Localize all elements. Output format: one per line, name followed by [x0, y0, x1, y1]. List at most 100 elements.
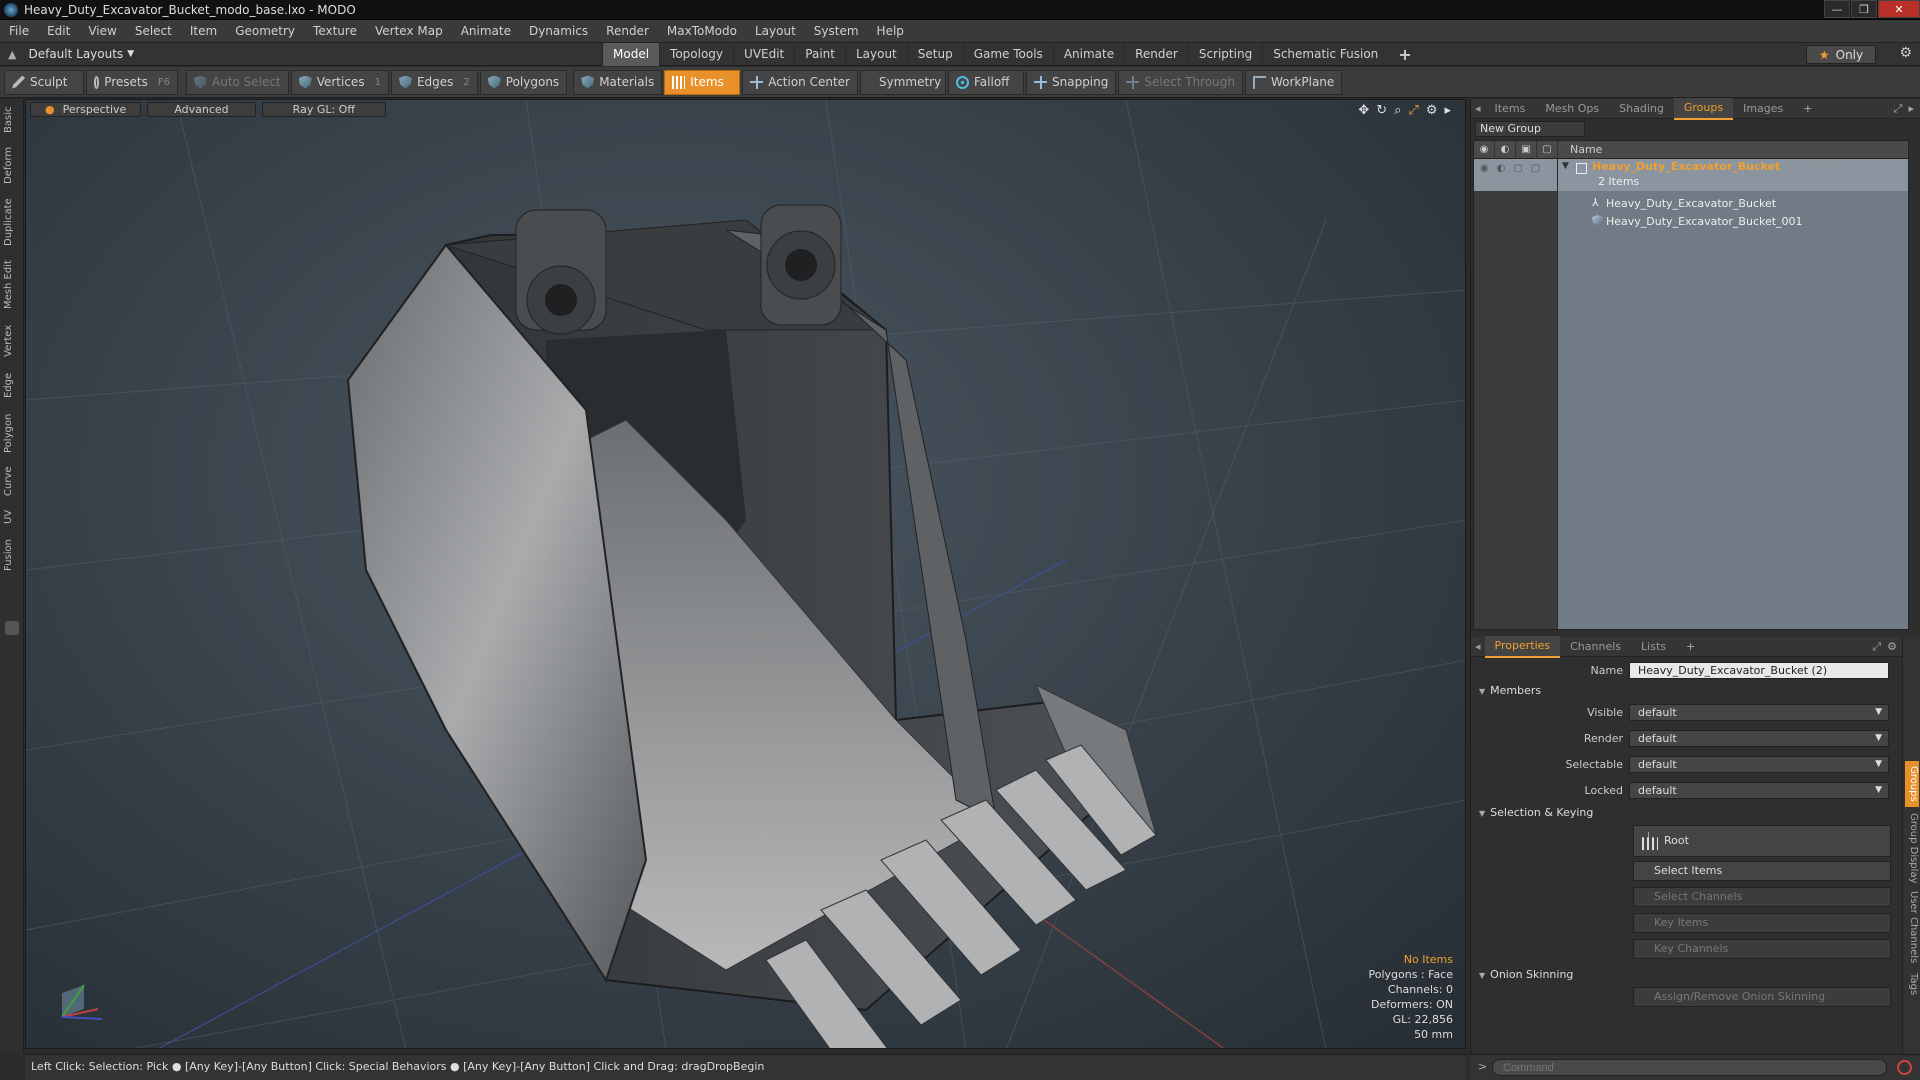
tab-properties[interactable]: Properties [1484, 635, 1561, 658]
render-dropdown[interactable]: default ▼ [1629, 729, 1889, 747]
sidetab-groups[interactable]: Groups [1905, 761, 1919, 807]
menu-file[interactable]: File [0, 20, 38, 43]
menu-vertex-map[interactable]: Vertex Map [366, 20, 452, 43]
select-through-button[interactable]: Select Through [1118, 69, 1243, 95]
snapping-button[interactable]: Snapping [1026, 69, 1117, 95]
tab-uvedit[interactable]: UVEdit [733, 43, 794, 66]
tab-setup[interactable]: Setup [906, 43, 963, 66]
falloff-button[interactable]: Falloff [948, 69, 1024, 95]
action-center-button[interactable]: Action Center [742, 69, 858, 95]
group-render-icon[interactable]: ◐ [1497, 163, 1506, 174]
menu-texture[interactable]: Texture [304, 20, 366, 43]
lock-icon[interactable]: ▣ [1516, 140, 1537, 159]
key-items-button[interactable]: Key Items [1633, 913, 1891, 933]
onion-skinning-section[interactable]: Onion Skinning [1479, 967, 1573, 983]
selection-keying-section[interactable]: Selection & Keying [1479, 805, 1593, 821]
pan-icon[interactable]: ✥ [1358, 103, 1369, 118]
key-channels-button[interactable]: Key Channels [1633, 939, 1891, 959]
layout-toggle-icon[interactable]: ▲ [8, 48, 16, 61]
view-perspective-button[interactable]: ● Perspective [30, 101, 142, 117]
items-button[interactable]: Items [664, 69, 741, 95]
locked-dropdown[interactable]: default ▼ [1629, 781, 1889, 799]
tooltab-mesh-edit[interactable]: Mesh Edit [3, 255, 21, 315]
tooltab-polygon[interactable]: Polygon [3, 409, 21, 457]
tooltab-curve[interactable]: Curve [3, 463, 21, 499]
edges-button[interactable]: Edges 2 [390, 69, 478, 95]
minimize-icon[interactable]: — [1824, 0, 1850, 18]
add-props-tab-icon[interactable]: + [1676, 637, 1705, 657]
add-panel-tab-icon[interactable]: + [1793, 99, 1822, 119]
select-channels-button[interactable]: Select Channels [1633, 887, 1891, 907]
panel-toggle-icon[interactable] [5, 621, 19, 635]
tab-shading[interactable]: Shading [1609, 99, 1674, 119]
tab-schematic-fusion[interactable]: Schematic Fusion [1262, 43, 1388, 66]
command-input[interactable] [1492, 1059, 1887, 1076]
props-gear-icon[interactable]: ⚙ [1887, 640, 1897, 654]
tab-topology[interactable]: Topology [659, 43, 733, 66]
root-button[interactable]: Root [1633, 825, 1891, 857]
tab-images[interactable]: Images [1733, 99, 1793, 119]
auto-select-button[interactable]: Auto Select [186, 69, 289, 95]
selectable-dropdown[interactable]: default ▼ [1629, 755, 1889, 773]
tab-lists[interactable]: Lists [1631, 637, 1676, 657]
only-button[interactable]: ★ Only [1806, 45, 1876, 64]
tab-layout[interactable]: Layout [844, 43, 907, 66]
expand-icon[interactable]: ⤢ [1894, 102, 1903, 116]
materials-button[interactable]: Materials [573, 69, 663, 95]
layout-selector[interactable]: ▲ Default Layouts ▼ [0, 47, 134, 61]
props-expand-icon[interactable]: ⤢ [1872, 640, 1881, 654]
tab-channels[interactable]: Channels [1560, 637, 1631, 657]
symmetry-button[interactable]: Symmetry [860, 69, 946, 95]
polygons-button[interactable]: Polygons [479, 69, 568, 95]
members-section[interactable]: Members [1479, 683, 1541, 699]
vertices-button[interactable]: Vertices 1 [290, 69, 389, 95]
tab-animate[interactable]: Animate [1052, 43, 1124, 66]
shading-advanced-button[interactable]: Advanced [147, 101, 256, 117]
tab-paint[interactable]: Paint [794, 43, 845, 66]
zoom-icon[interactable]: ⌕ [1394, 103, 1401, 118]
viewport-menu-arrow-icon[interactable]: ▸ [1444, 103, 1451, 118]
tooltab-uv[interactable]: UV [3, 505, 21, 529]
group-lock-icon[interactable]: ▢ [1513, 163, 1522, 174]
tooltab-deform[interactable]: Deform [3, 143, 21, 187]
group-select-icon[interactable]: ▢ [1531, 163, 1540, 174]
visibility-eye-icon[interactable]: ◉ [1474, 140, 1495, 159]
menu-edit[interactable]: Edit [38, 20, 79, 43]
presets-button[interactable]: Presets F6 [86, 69, 178, 95]
fit-icon[interactable]: ⤢ [1408, 103, 1418, 118]
menu-help[interactable]: Help [868, 20, 913, 43]
expand-arrow-icon[interactable]: ▼ [1562, 161, 1569, 171]
panel-menu-arrow-icon[interactable]: ▸ [1908, 102, 1914, 116]
assign-onion-button[interactable]: Assign/Remove Onion Skinning [1633, 987, 1891, 1007]
tab-items[interactable]: Items [1485, 99, 1536, 119]
tab-render[interactable]: Render [1124, 43, 1188, 66]
menu-maxtomodo[interactable]: MaxToModo [658, 20, 746, 43]
tab-scripting[interactable]: Scripting [1187, 43, 1262, 66]
tree-item-row[interactable]: Heavy_Duty_Excavator_Bucket_001 [1558, 213, 1908, 231]
tooltab-fusion[interactable]: Fusion [3, 535, 21, 575]
menu-item[interactable]: Item [181, 20, 226, 43]
name-column-header[interactable]: Name [1558, 143, 1602, 156]
render-toggle-icon[interactable]: ◐ [1495, 140, 1516, 159]
add-tab-icon[interactable]: + [1388, 43, 1421, 66]
tab-groups[interactable]: Groups [1673, 97, 1734, 120]
raygl-button[interactable]: Ray GL: Off [261, 101, 386, 117]
tree-item-row[interactable]: ⅄ Heavy_Duty_Excavator_Bucket [1558, 195, 1908, 213]
menu-layout[interactable]: Layout [746, 20, 805, 43]
stop-icon[interactable] [1897, 1060, 1912, 1075]
tooltab-vertex[interactable]: Vertex [3, 321, 21, 361]
workplane-button[interactable]: WorkPlane [1244, 69, 1343, 95]
group-row[interactable]: ▼ Heavy_Duty_Excavator_Bucket (2) : Grou… [1558, 159, 1908, 191]
tab-mesh-ops[interactable]: Mesh Ops [1535, 99, 1609, 119]
menu-view[interactable]: View [79, 20, 125, 43]
props-grip-icon[interactable]: ◂ [1471, 637, 1485, 657]
menu-render[interactable]: Render [597, 20, 658, 43]
menu-select[interactable]: Select [126, 20, 181, 43]
sidetab-tags[interactable]: Tags [1905, 969, 1919, 999]
group-eye-icon[interactable]: ◉ [1480, 163, 1489, 174]
sidetab-group-display[interactable]: Group Display [1905, 811, 1919, 885]
menu-dynamics[interactable]: Dynamics [520, 20, 597, 43]
restore-icon[interactable]: ❐ [1851, 0, 1877, 18]
rotate-icon[interactable]: ↻ [1376, 103, 1387, 118]
menu-system[interactable]: System [805, 20, 868, 43]
